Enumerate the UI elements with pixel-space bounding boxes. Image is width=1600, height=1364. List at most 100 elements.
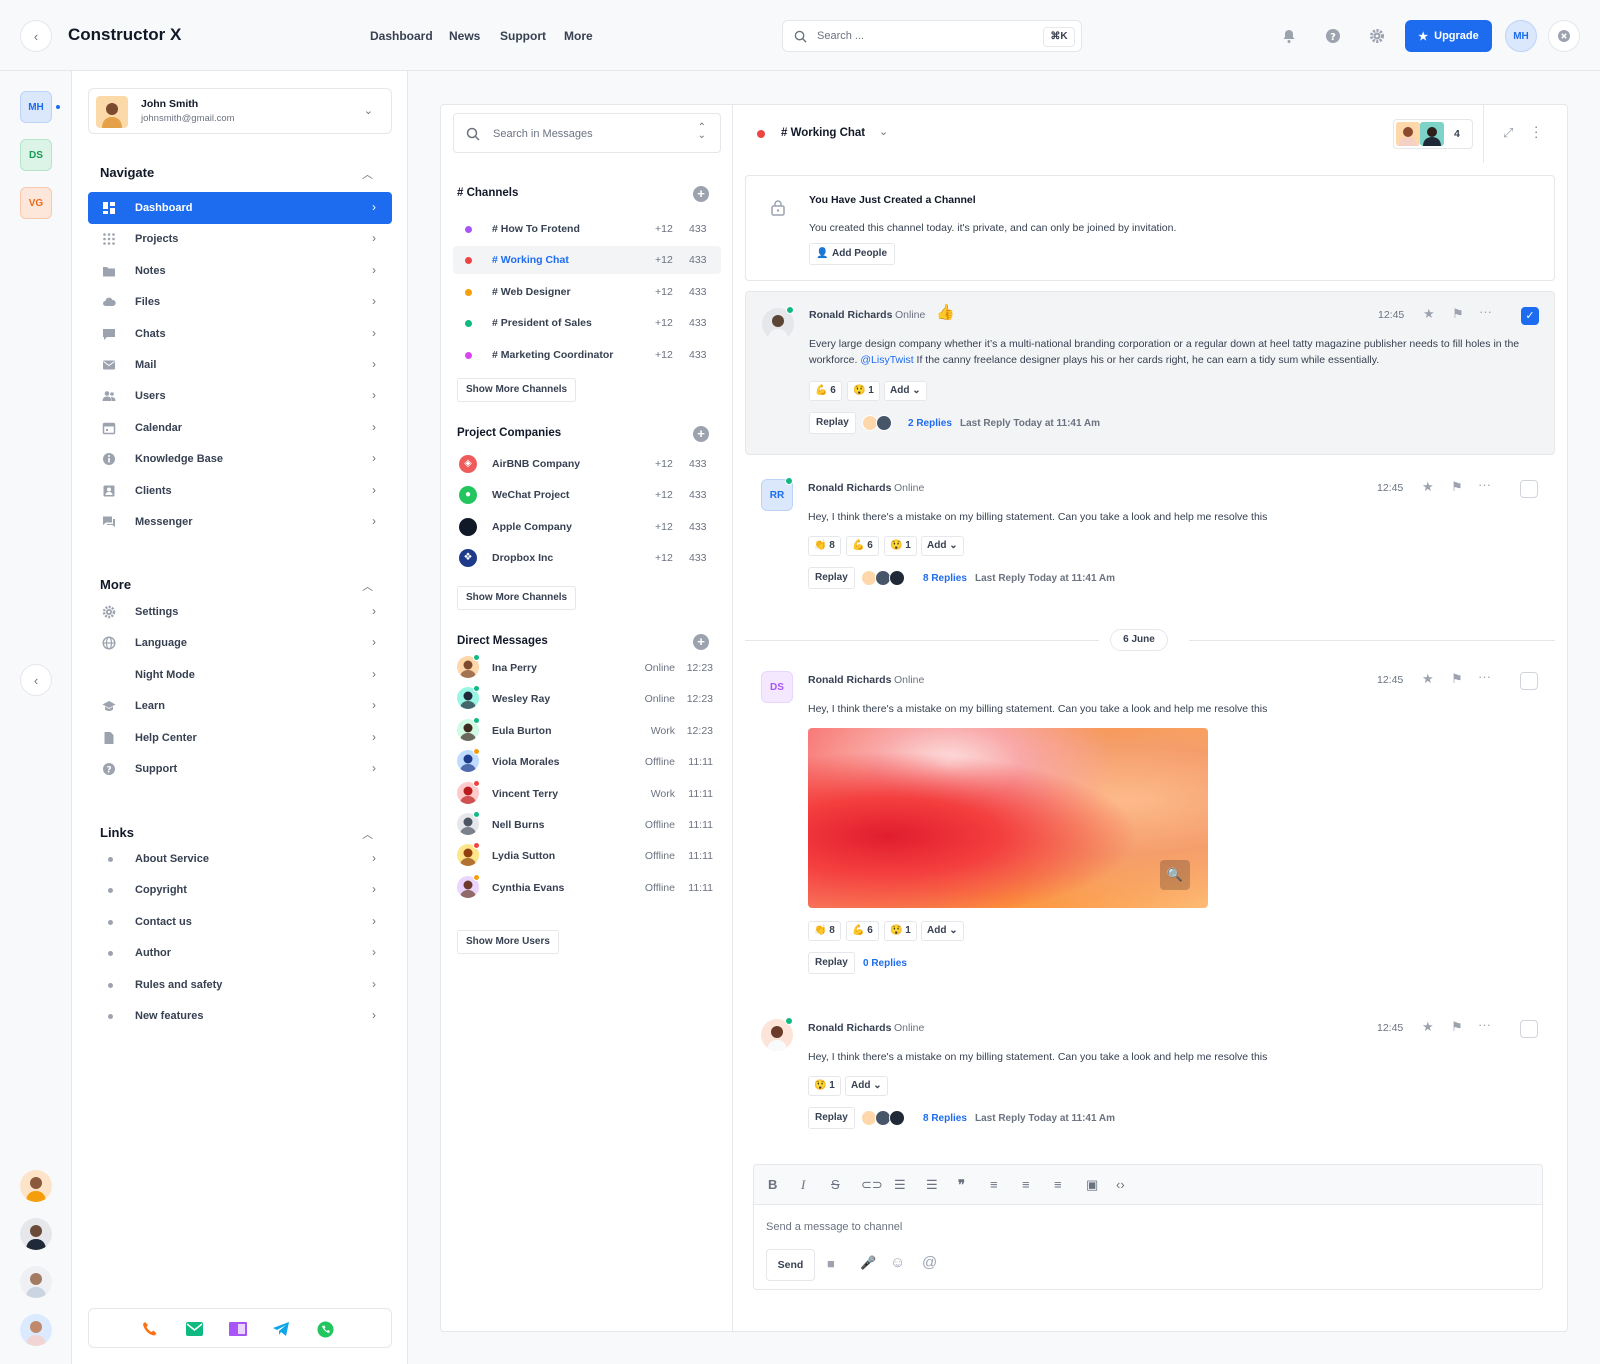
- avatar[interactable]: [20, 1266, 52, 1298]
- sidebar-item-mail[interactable]: Mail ›: [88, 349, 392, 381]
- add-people-button[interactable]: 👤 Add People: [809, 243, 896, 265]
- channel-item[interactable]: # Web Designer +12 433: [453, 278, 721, 306]
- replay-button[interactable]: Replay: [809, 412, 856, 434]
- mention-link[interactable]: @LisyTwist: [860, 354, 913, 366]
- star-icon[interactable]: ★: [1422, 671, 1434, 687]
- select-checkbox[interactable]: ✓: [1521, 307, 1539, 325]
- sidebar-item-projects[interactable]: Projects ›: [88, 223, 392, 255]
- align-center-icon[interactable]: ≡: [1022, 1177, 1030, 1192]
- quote-icon[interactable]: ❞: [958, 1177, 965, 1193]
- bullet-list-icon[interactable]: ☰: [926, 1177, 938, 1193]
- mail-icon[interactable]: [186, 1322, 203, 1336]
- company-item[interactable]: ❖ Dropbox Inc +12 433: [453, 544, 721, 572]
- star-icon[interactable]: ★: [1423, 306, 1435, 322]
- show-more-users-button[interactable]: Show More Users: [457, 930, 559, 954]
- company-item[interactable]: ● WeChat Project +12 433: [453, 481, 721, 509]
- align-right-icon[interactable]: ≡: [1054, 1177, 1062, 1192]
- topnav-more[interactable]: More: [564, 29, 593, 43]
- add-reaction-button[interactable]: Add ⌄: [921, 921, 964, 941]
- company-item[interactable]: Apple Company +12 433: [453, 513, 721, 541]
- flag-icon[interactable]: ⚑: [1452, 306, 1464, 322]
- message-author[interactable]: Ronald Richards: [808, 1022, 891, 1034]
- more-vertical-icon[interactable]: · · ·: [1534, 120, 1538, 143]
- chevron-up-icon[interactable]: ︿: [362, 826, 373, 842]
- channel-item[interactable]: # President of Sales +12 433: [453, 309, 721, 337]
- sidebar-item-notes[interactable]: Notes ›: [88, 255, 392, 287]
- sidebar-item-night-mode[interactable]: Night Mode ›: [88, 659, 392, 691]
- replies-link[interactable]: 2 Replies: [908, 418, 952, 429]
- chevron-up-icon[interactable]: ︿: [362, 166, 373, 182]
- sidebar-item-dashboard[interactable]: Dashboard ›: [88, 192, 392, 224]
- star-icon[interactable]: ★: [1422, 479, 1434, 495]
- close-button[interactable]: [1548, 20, 1580, 52]
- select-checkbox[interactable]: [1520, 480, 1538, 498]
- reaction[interactable]: 👏 8: [808, 921, 841, 941]
- add-dm-button[interactable]: +: [693, 634, 709, 650]
- replies-link[interactable]: 8 Replies: [923, 1113, 967, 1124]
- dm-item[interactable]: Wesley Ray Online 12:23: [453, 685, 721, 713]
- link-item-about-service[interactable]: About Service ›: [88, 843, 392, 875]
- sidebar-item-language[interactable]: Language ›: [88, 627, 392, 659]
- sidebar-item-learn[interactable]: Learn ›: [88, 690, 392, 722]
- workspace-mh[interactable]: MH: [20, 91, 52, 123]
- add-reaction-button[interactable]: Add ⌄: [845, 1076, 888, 1096]
- add-reaction-button[interactable]: Add ⌄: [884, 381, 927, 401]
- add-reaction-button[interactable]: Add ⌄: [921, 536, 964, 556]
- message-author[interactable]: Ronald Richards: [809, 309, 892, 321]
- emoji-icon[interactable]: ☺: [890, 1254, 905, 1271]
- select-checkbox[interactable]: [1520, 672, 1538, 690]
- phone-icon[interactable]: [142, 1321, 158, 1337]
- gear-icon[interactable]: [1369, 28, 1385, 44]
- reaction[interactable]: 😲 1: [808, 1076, 841, 1096]
- link-item-rules-and-safety[interactable]: Rules and safety ›: [88, 969, 392, 1001]
- avatar[interactable]: [20, 1314, 52, 1346]
- members-button[interactable]: 4: [1393, 119, 1473, 149]
- replies-link[interactable]: 0 Replies: [863, 958, 907, 969]
- reaction[interactable]: 💪 6: [809, 381, 842, 401]
- workspace-ds[interactable]: DS: [20, 139, 52, 171]
- message-author[interactable]: Ronald Richards: [808, 674, 891, 686]
- ordered-list-icon[interactable]: ☰: [894, 1177, 906, 1193]
- reaction[interactable]: 💪 6: [846, 921, 879, 941]
- whatsapp-icon[interactable]: [317, 1321, 334, 1338]
- sort-icon[interactable]: ⌃ ⌄: [698, 123, 706, 141]
- send-button[interactable]: Send: [766, 1249, 815, 1281]
- message-author[interactable]: Ronald Richards: [808, 482, 891, 494]
- company-item[interactable]: ◈ AirBNB Company +12 433: [453, 450, 721, 478]
- reaction[interactable]: 😲 1: [884, 536, 917, 556]
- microphone-icon[interactable]: 🎤: [860, 1255, 876, 1271]
- link-item-contact-us[interactable]: Contact us ›: [88, 906, 392, 938]
- replay-button[interactable]: Replay: [808, 952, 855, 974]
- user-switcher[interactable]: John Smith johnsmith@gmail.com ⌄: [88, 88, 392, 134]
- sidebar-item-messenger[interactable]: Messenger ›: [88, 506, 392, 538]
- more-horizontal-icon[interactable]: ···: [1479, 304, 1492, 319]
- zoom-icon[interactable]: 🔍: [1160, 860, 1190, 890]
- help-icon[interactable]: ?: [1325, 28, 1341, 44]
- workspace-vg[interactable]: VG: [20, 187, 52, 219]
- upgrade-button[interactable]: ★ Upgrade: [1405, 20, 1492, 52]
- strikethrough-icon[interactable]: S: [831, 1177, 840, 1192]
- sidebar-item-files[interactable]: Files ›: [88, 286, 392, 318]
- replay-button[interactable]: Replay: [808, 1107, 855, 1129]
- book-icon[interactable]: [229, 1321, 247, 1337]
- dm-item[interactable]: Viola Morales Offline 11:11: [453, 748, 721, 776]
- expand-icon[interactable]: ⤢: [1503, 125, 1513, 141]
- channel-item[interactable]: # Working Chat +12 433: [453, 246, 721, 275]
- image-icon[interactable]: ▣: [1086, 1177, 1098, 1193]
- collapse-button[interactable]: ‹: [20, 664, 52, 696]
- dm-item[interactable]: Ina Perry Online 12:23: [453, 654, 721, 682]
- bell-icon[interactable]: [1281, 28, 1297, 44]
- messages-search-input[interactable]: Search in Messages: [493, 128, 593, 140]
- reaction[interactable]: 😲 1: [847, 381, 880, 401]
- bold-icon[interactable]: B: [768, 1177, 777, 1192]
- reaction[interactable]: 💪 6: [846, 536, 879, 556]
- link-item-author[interactable]: Author ›: [88, 937, 392, 969]
- back-button[interactable]: ‹: [20, 20, 52, 52]
- topnav-support[interactable]: Support: [500, 29, 546, 43]
- replies-link[interactable]: 8 Replies: [923, 573, 967, 584]
- chat-title[interactable]: # Working Chat: [781, 127, 865, 139]
- user-avatar[interactable]: MH: [1505, 20, 1537, 52]
- sidebar-item-settings[interactable]: Settings ›: [88, 596, 392, 628]
- sidebar-item-chats[interactable]: Chats ›: [88, 318, 392, 350]
- reaction[interactable]: 👏 8: [808, 536, 841, 556]
